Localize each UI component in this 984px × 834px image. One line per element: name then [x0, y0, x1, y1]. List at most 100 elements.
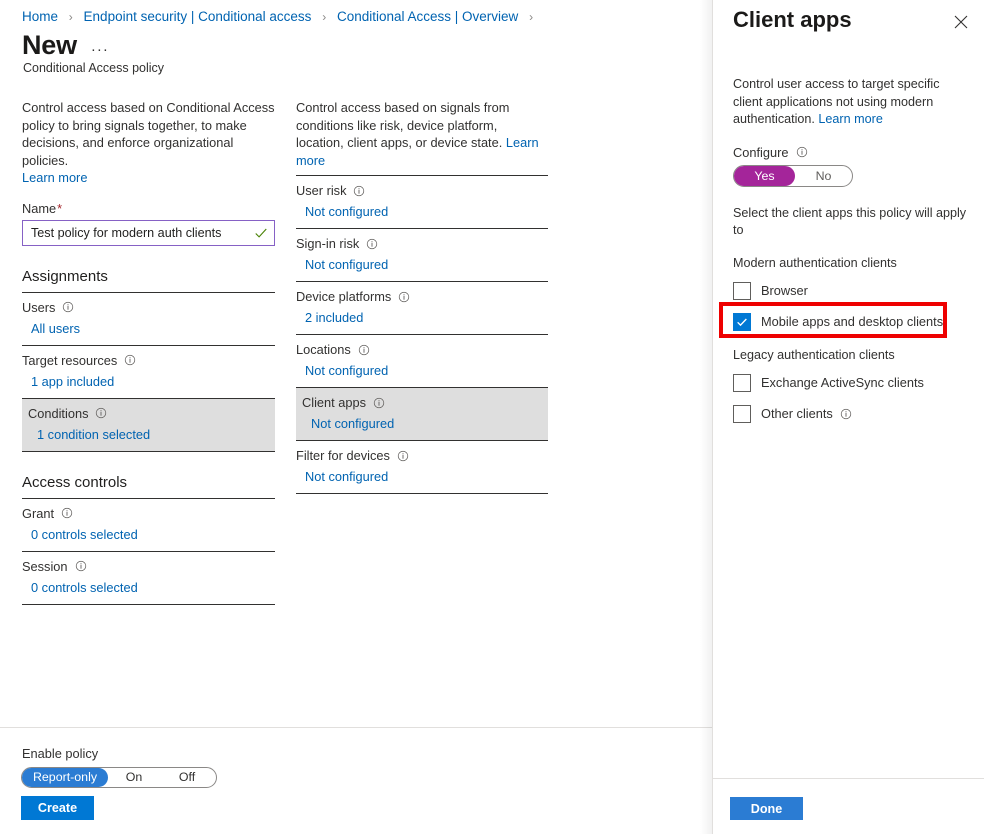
checkbox-row-other-clients[interactable]: Other clients — [733, 404, 967, 424]
row-grant[interactable]: Grant 0 controls selected — [22, 499, 275, 552]
breadcrumb-item-endpoint-security[interactable]: Endpoint security | Conditional access — [84, 9, 312, 24]
info-icon[interactable] — [124, 354, 136, 366]
info-icon[interactable] — [398, 291, 410, 303]
breadcrumb: Home › Endpoint security | Conditional a… — [22, 8, 540, 26]
checkbox-exchange-activesync-clients[interactable] — [733, 374, 751, 392]
enable-policy-option-on[interactable]: On — [108, 768, 160, 787]
checkbox-label-text: Mobile apps and desktop clients — [761, 314, 943, 329]
info-icon[interactable] — [75, 560, 87, 572]
info-icon[interactable] — [796, 146, 808, 158]
checkmark-icon — [736, 316, 748, 328]
info-icon[interactable] — [397, 450, 409, 462]
name-label-text: Name — [22, 201, 56, 216]
page-subtitle: Conditional Access policy — [23, 61, 164, 75]
row-title-locations: Locations — [296, 342, 548, 357]
valid-check-icon — [254, 226, 268, 240]
enable-policy-toggle[interactable]: Report-only On Off — [21, 767, 217, 788]
info-icon[interactable] — [840, 408, 852, 420]
pane-header: Client apps — [733, 6, 972, 34]
assignments-column: Control access based on Conditional Acce… — [22, 99, 275, 605]
name-input-wrapper[interactable] — [22, 220, 275, 246]
row-users[interactable]: UsersAll users — [22, 293, 275, 346]
left-column-description-text: Control access based on Conditional Acce… — [22, 100, 275, 168]
row-title-target-resources: Target resources — [22, 353, 275, 368]
access-controls-row-list: Grant 0 controls selected Session 0 control… — [22, 498, 275, 605]
row-value-conditions[interactable]: 1 condition selected — [22, 427, 275, 442]
row-title-text: Client apps — [302, 395, 366, 410]
checkbox-other-clients[interactable] — [733, 405, 751, 423]
breadcrumb-item-conditional-access-overview[interactable]: Conditional Access | Overview — [337, 9, 518, 24]
pane-learn-more-link[interactable]: Learn more — [818, 112, 882, 126]
checkbox-row-browser[interactable]: Browser — [733, 281, 967, 301]
breadcrumb-item-home[interactable]: Home — [22, 9, 58, 24]
row-title-grant: Grant — [22, 506, 275, 521]
enable-policy-option-off[interactable]: Off — [160, 768, 214, 787]
info-icon[interactable] — [95, 407, 107, 419]
row-value-user-risk[interactable]: Not configured — [296, 204, 548, 219]
row-value-client-apps[interactable]: Not configured — [296, 416, 548, 431]
info-icon[interactable] — [358, 344, 370, 356]
row-title-text: Device platforms — [296, 289, 391, 304]
row-target-resources[interactable]: Target resources 1 app included — [22, 346, 275, 399]
info-icon[interactable] — [61, 507, 73, 519]
row-title-text: Sign-in risk — [296, 236, 359, 251]
enable-policy-option-report-only[interactable]: Report-only — [22, 768, 108, 787]
checkbox-row-mobile-apps-and-desktop-clients[interactable]: Mobile apps and desktop clients — [733, 312, 967, 332]
row-title-user-risk: User risk — [296, 183, 548, 198]
row-title-text: Filter for devices — [296, 448, 390, 463]
row-value-users[interactable]: All users — [22, 321, 275, 336]
configure-option-no[interactable]: No — [795, 166, 852, 186]
row-value-locations[interactable]: Not configured — [296, 363, 548, 378]
row-locations[interactable]: Locations Not configured — [296, 335, 548, 388]
row-client-apps[interactable]: Client apps Not configured — [296, 388, 548, 441]
row-title-text: User risk — [296, 183, 346, 198]
row-value-target-resources[interactable]: 1 app included — [22, 374, 275, 389]
breadcrumb-separator-icon: › — [69, 10, 73, 24]
row-title-text: Session — [22, 559, 68, 574]
info-icon[interactable] — [366, 238, 378, 250]
configure-label-text: Configure — [733, 145, 789, 160]
checkbox-browser[interactable] — [733, 282, 751, 300]
row-sign-in-risk[interactable]: Sign-in risk Not configured — [296, 229, 548, 282]
row-title-conditions: Conditions — [22, 406, 275, 421]
conditions-row-list: User risk Not configured Sign-in risk Not c… — [296, 175, 548, 494]
legacy-auth-checkbox-group: Exchange ActiveSync clients Other clients — [733, 373, 967, 424]
row-value-filter-for-devices[interactable]: Not configured — [296, 469, 548, 484]
row-value-sign-in-risk[interactable]: Not configured — [296, 257, 548, 272]
row-value-session[interactable]: 0 controls selected — [22, 580, 275, 595]
client-apps-pane: Client apps Control user access to targe… — [712, 0, 984, 834]
checkbox-mobile-apps-and-desktop-clients[interactable] — [733, 313, 751, 331]
row-title-filter-for-devices: Filter for devices — [296, 448, 548, 463]
row-filter-for-devices[interactable]: Filter for devices Not configured — [296, 441, 548, 494]
name-field-label: Name* — [22, 201, 275, 216]
row-title-sign-in-risk: Sign-in risk — [296, 236, 548, 251]
row-user-risk[interactable]: User risk Not configured — [296, 176, 548, 229]
info-icon[interactable] — [353, 185, 365, 197]
left-learn-more-link[interactable]: Learn more — [22, 170, 87, 185]
conditions-column: Control access based on signals from con… — [296, 99, 548, 494]
footer-divider — [0, 727, 712, 728]
assignments-row-list: UsersAll users Target resources 1 app incl… — [22, 292, 275, 452]
name-input[interactable] — [31, 226, 254, 240]
done-button[interactable]: Done — [730, 797, 803, 820]
row-device-platforms[interactable]: Device platforms 2 included — [296, 282, 548, 335]
breadcrumb-separator-icon: › — [529, 10, 533, 24]
configure-option-yes[interactable]: Yes — [734, 166, 795, 186]
info-icon[interactable] — [373, 397, 385, 409]
checkbox-label-text: Other clients — [761, 406, 833, 421]
new-policy-blade: Home › Endpoint security | Conditional a… — [0, 0, 712, 834]
conditional-access-screen: Home › Endpoint security | Conditional a… — [0, 0, 984, 834]
info-icon[interactable] — [62, 301, 74, 313]
checkbox-row-exchange-activesync-clients[interactable]: Exchange ActiveSync clients — [733, 373, 967, 393]
close-icon[interactable] — [950, 11, 972, 33]
configure-toggle[interactable]: Yes No — [733, 165, 853, 187]
row-value-grant[interactable]: 0 controls selected — [22, 527, 275, 542]
row-value-device-platforms[interactable]: 2 included — [296, 310, 548, 325]
row-session[interactable]: Session 0 controls selected — [22, 552, 275, 605]
row-conditions[interactable]: Conditions 1 condition selected — [22, 399, 275, 452]
row-title-text: Locations — [296, 342, 351, 357]
more-options-icon[interactable]: ··· — [91, 33, 109, 58]
checkbox-label-exchange-activesync-clients: Exchange ActiveSync clients — [761, 375, 924, 390]
create-button[interactable]: Create — [21, 796, 94, 820]
configure-label: Configure — [733, 145, 967, 160]
